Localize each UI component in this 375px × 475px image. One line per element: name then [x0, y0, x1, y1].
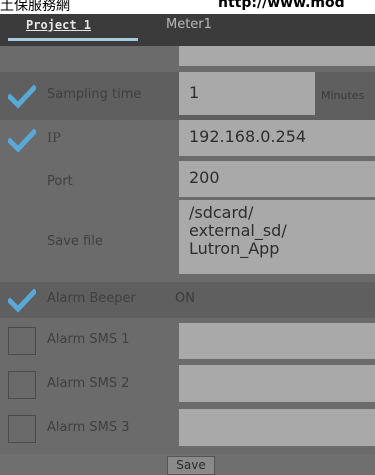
- save-file-label: Save file: [47, 234, 103, 249]
- sampling-time-input[interactable]: 1: [179, 72, 315, 115]
- alarm-beeper-checkbox[interactable]: [8, 286, 36, 314]
- save-file-input[interactable]: /sdcard/ external_sd/ Lutron_App: [179, 200, 375, 274]
- partial-row: [0, 46, 375, 66]
- partial-field[interactable]: [179, 46, 375, 66]
- save-file-line-2: external_sd/: [189, 221, 287, 240]
- active-tab-indicator: [8, 38, 138, 41]
- ip-value: 192.168.0.254: [189, 127, 307, 146]
- ip-checkbox[interactable]: [8, 126, 36, 154]
- settings-panel: Sampling time 1 Minutes IP 192.168.0.254…: [0, 46, 375, 454]
- save-file-line-3: Lutron_App: [189, 239, 280, 258]
- row-ip: IP 192.168.0.254: [0, 120, 375, 160]
- alarm-sms-2-label: Alarm SMS 2: [47, 376, 130, 391]
- row-alarm-beeper: Alarm Beeper ON: [0, 282, 375, 318]
- checkmark-icon: [8, 128, 36, 153]
- alarm-sms-3-checkbox[interactable]: [8, 415, 36, 443]
- save-file-line-1: /sdcard/: [189, 203, 254, 222]
- tab-bar: Project 1 Meter1: [0, 14, 375, 46]
- top-strip-right-text: http://www.mod: [218, 0, 345, 11]
- sampling-time-value: 1: [189, 83, 200, 102]
- sampling-time-checkbox[interactable]: [8, 82, 36, 110]
- tab-meter1[interactable]: Meter1: [166, 14, 212, 46]
- row-port: Port 200: [0, 160, 375, 200]
- alarm-sms-1-checkbox[interactable]: [8, 327, 36, 355]
- port-input[interactable]: 200: [179, 161, 375, 197]
- alarm-sms-2-input[interactable]: [179, 365, 375, 402]
- checkmark-icon: [8, 288, 36, 313]
- sampling-time-label: Sampling time: [47, 87, 142, 102]
- tab-project-1[interactable]: Project 1: [8, 14, 138, 46]
- top-strip-left-text: 土保服務網: [0, 0, 70, 14]
- row-save-file: Save file /sdcard/ external_sd/ Lutron_A…: [0, 200, 375, 278]
- alarm-sms-1-label: Alarm SMS 1: [47, 332, 130, 347]
- ip-input[interactable]: 192.168.0.254: [179, 120, 375, 156]
- tab-project-1-label: Project 1: [26, 18, 92, 32]
- port-value: 200: [189, 168, 220, 187]
- ip-label: IP: [47, 131, 61, 146]
- checkmark-icon: [8, 84, 36, 109]
- alarm-sms-3-label: Alarm SMS 3: [47, 420, 130, 435]
- alarm-sms-3-input[interactable]: [179, 409, 375, 446]
- alarm-sms-1-input[interactable]: [179, 323, 375, 359]
- sampling-time-units: Minutes: [321, 89, 365, 102]
- row-alarm-sms-3: Alarm SMS 3: [0, 408, 375, 452]
- alarm-sms-2-checkbox[interactable]: [8, 371, 36, 399]
- alarm-beeper-value[interactable]: ON: [175, 291, 195, 306]
- row-sampling-time: Sampling time 1 Minutes: [0, 72, 375, 120]
- row-alarm-sms-1: Alarm SMS 1: [0, 320, 375, 364]
- alarm-beeper-label: Alarm Beeper: [47, 291, 136, 306]
- port-label: Port: [47, 174, 73, 189]
- save-button[interactable]: Save: [167, 456, 215, 475]
- top-strip: 土保服務網 http://www.mod: [0, 0, 375, 14]
- row-alarm-sms-2: Alarm SMS 2: [0, 364, 375, 408]
